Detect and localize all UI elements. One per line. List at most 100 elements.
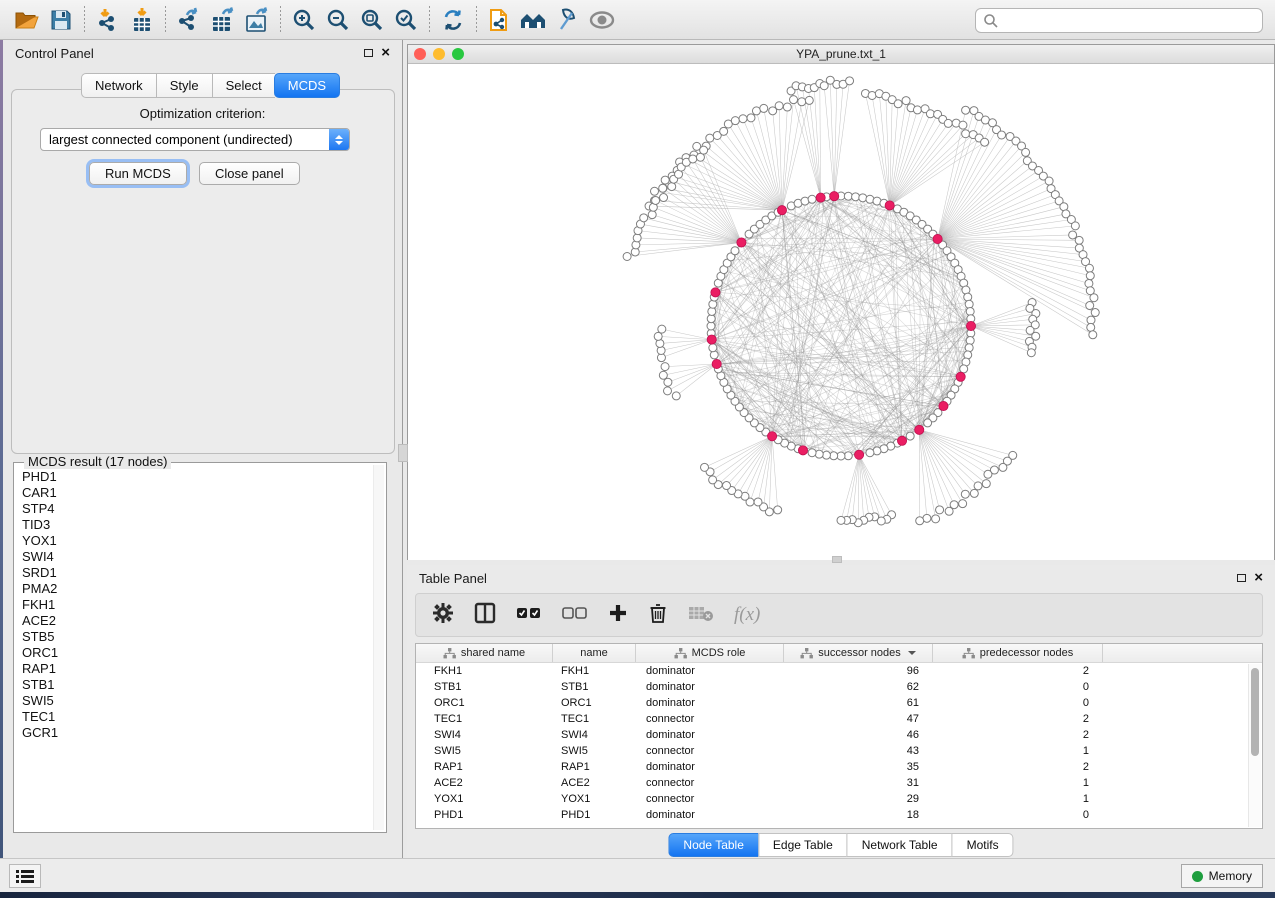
mcds-result-item[interactable]: CAR1 (22, 485, 366, 501)
export-image-icon[interactable] (240, 5, 274, 35)
table-row[interactable]: SWI5SWI5connector431 (416, 743, 1262, 759)
export-network-icon[interactable] (172, 5, 206, 35)
open-file-icon[interactable] (10, 5, 44, 35)
task-history-button[interactable] (9, 864, 41, 888)
mcds-result-item[interactable]: STB1 (22, 677, 366, 693)
cell-name: ACE2 (553, 777, 636, 789)
refresh-icon[interactable] (436, 5, 470, 35)
hide-icon[interactable] (585, 5, 619, 35)
deselect-all-icon[interactable] (562, 606, 588, 625)
mcds-result-list[interactable]: PHD1CAR1STP4TID3YOX1SWI4SRD1PMA2FKH1ACE2… (16, 465, 372, 830)
cell-shared-name: ORC1 (416, 697, 553, 709)
tab-edge-table[interactable]: Edge Table (758, 833, 847, 857)
cell-name: RAP1 (553, 761, 636, 773)
table-row[interactable]: RAP1RAP1dominator352 (416, 759, 1262, 775)
cell-predecessor-nodes: 0 (933, 697, 1103, 709)
network-window-titlebar[interactable]: YPA_prune.txt_1 (408, 45, 1274, 64)
sort-arrow-icon[interactable] (908, 651, 916, 655)
main-toolbar (0, 0, 1275, 40)
float-window-icon[interactable] (364, 49, 373, 57)
control-panel: Control Panel × NetworkStyleSelectMCDS O… (3, 40, 403, 858)
tab-node-table[interactable]: Node Table (668, 833, 758, 857)
zoom-fit-icon[interactable] (355, 5, 389, 35)
add-icon[interactable] (608, 603, 628, 628)
export-table-icon[interactable] (206, 5, 240, 35)
table-scrollbar[interactable] (1248, 664, 1261, 827)
cell-name: PHD1 (553, 809, 636, 821)
column-header-mcds-role[interactable]: MCDS role (636, 644, 784, 662)
mcds-list-scrollbar[interactable] (373, 465, 384, 830)
select-all-icon[interactable] (516, 606, 542, 625)
table-row[interactable]: ACE2ACE2connector311 (416, 775, 1262, 791)
tab-motifs[interactable]: Motifs (952, 833, 1014, 857)
mcds-result-item[interactable]: SWI5 (22, 693, 366, 709)
memory-button[interactable]: Memory (1181, 864, 1263, 888)
mcds-result-item[interactable]: SWI4 (22, 549, 366, 565)
tab-network[interactable]: Network (81, 73, 156, 98)
mcds-result-item[interactable]: YOX1 (22, 533, 366, 549)
close-panel-icon[interactable]: × (381, 47, 390, 59)
gear-icon[interactable] (432, 602, 454, 629)
search-input[interactable] (999, 14, 1255, 28)
mcds-result-item[interactable]: PHD1 (22, 469, 366, 485)
mcds-result-item[interactable]: STB5 (22, 629, 366, 645)
network-canvas[interactable] (408, 64, 1274, 560)
column-header-predecessor-nodes[interactable]: predecessor nodes (933, 644, 1103, 662)
zoom-out-icon[interactable] (321, 5, 355, 35)
table-row[interactable]: STB1STB1dominator620 (416, 679, 1262, 695)
mcds-result-item[interactable]: STP4 (22, 501, 366, 517)
cell-successor-nodes: 35 (784, 761, 933, 773)
table-row[interactable]: ORC1ORC1dominator610 (416, 695, 1262, 711)
column-icon[interactable] (474, 602, 496, 629)
table-row[interactable]: TEC1TEC1connector472 (416, 711, 1262, 727)
mcds-result-item[interactable]: TEC1 (22, 709, 366, 725)
cell-successor-nodes: 47 (784, 713, 933, 725)
mcds-result-item[interactable]: GCR1 (22, 725, 366, 741)
network-document-icon[interactable] (483, 5, 517, 35)
cell-predecessor-nodes: 2 (933, 665, 1103, 677)
import-network-icon[interactable] (91, 5, 125, 35)
cell-mcds-role: dominator (636, 809, 784, 821)
import-table-icon[interactable] (125, 5, 159, 35)
zoom-in-icon[interactable] (287, 5, 321, 35)
mcds-result-item[interactable]: SRD1 (22, 565, 366, 581)
memory-label: Memory (1209, 869, 1252, 883)
column-header-successor-nodes[interactable]: successor nodes (784, 644, 933, 662)
column-label: name (580, 647, 608, 659)
cell-successor-nodes: 61 (784, 697, 933, 709)
float-window-icon[interactable] (1237, 574, 1246, 582)
table-divider-grip[interactable] (832, 556, 842, 563)
zoom-selected-icon[interactable] (389, 5, 423, 35)
cell-mcds-role: connector (636, 777, 784, 789)
annotation-icon[interactable] (551, 5, 585, 35)
table-scrollbar-thumb[interactable] (1251, 668, 1259, 756)
mcds-result-item[interactable]: PMA2 (22, 581, 366, 597)
optimization-criterion-select[interactable]: largest connected component (undirected) (40, 128, 350, 151)
column-header-shared-name[interactable]: shared name (416, 644, 553, 662)
close-panel-icon[interactable]: × (1254, 572, 1263, 584)
run-mcds-button[interactable]: Run MCDS (89, 162, 187, 185)
tab-network-table[interactable]: Network Table (847, 833, 952, 857)
tab-select[interactable]: Select (212, 73, 275, 98)
column-header-name[interactable]: name (553, 644, 636, 662)
tab-mcds[interactable]: MCDS (274, 73, 340, 98)
mcds-result-item[interactable]: RAP1 (22, 661, 366, 677)
neighbors-icon[interactable] (517, 5, 551, 35)
mcds-result-item[interactable]: TID3 (22, 517, 366, 533)
table-row[interactable]: SWI4SWI4dominator462 (416, 727, 1262, 743)
shared-column-icon (443, 648, 456, 659)
close-panel-button[interactable]: Close panel (199, 162, 300, 185)
mcds-result-item[interactable]: ACE2 (22, 613, 366, 629)
table-row[interactable]: YOX1YOX1connector291 (416, 791, 1262, 807)
cell-mcds-role: connector (636, 713, 784, 725)
table-row[interactable]: PHD1PHD1dominator180 (416, 807, 1262, 823)
save-icon[interactable] (44, 5, 78, 35)
control-panel-title: Control Panel (15, 46, 94, 61)
delete-icon[interactable] (648, 602, 668, 629)
panel-divider-grip[interactable] (398, 444, 408, 462)
mcds-result-item[interactable]: ORC1 (22, 645, 366, 661)
cell-mcds-role: connector (636, 745, 784, 757)
tab-style[interactable]: Style (156, 73, 212, 98)
table-row[interactable]: FKH1FKH1dominator962 (416, 663, 1262, 679)
mcds-result-item[interactable]: FKH1 (22, 597, 366, 613)
